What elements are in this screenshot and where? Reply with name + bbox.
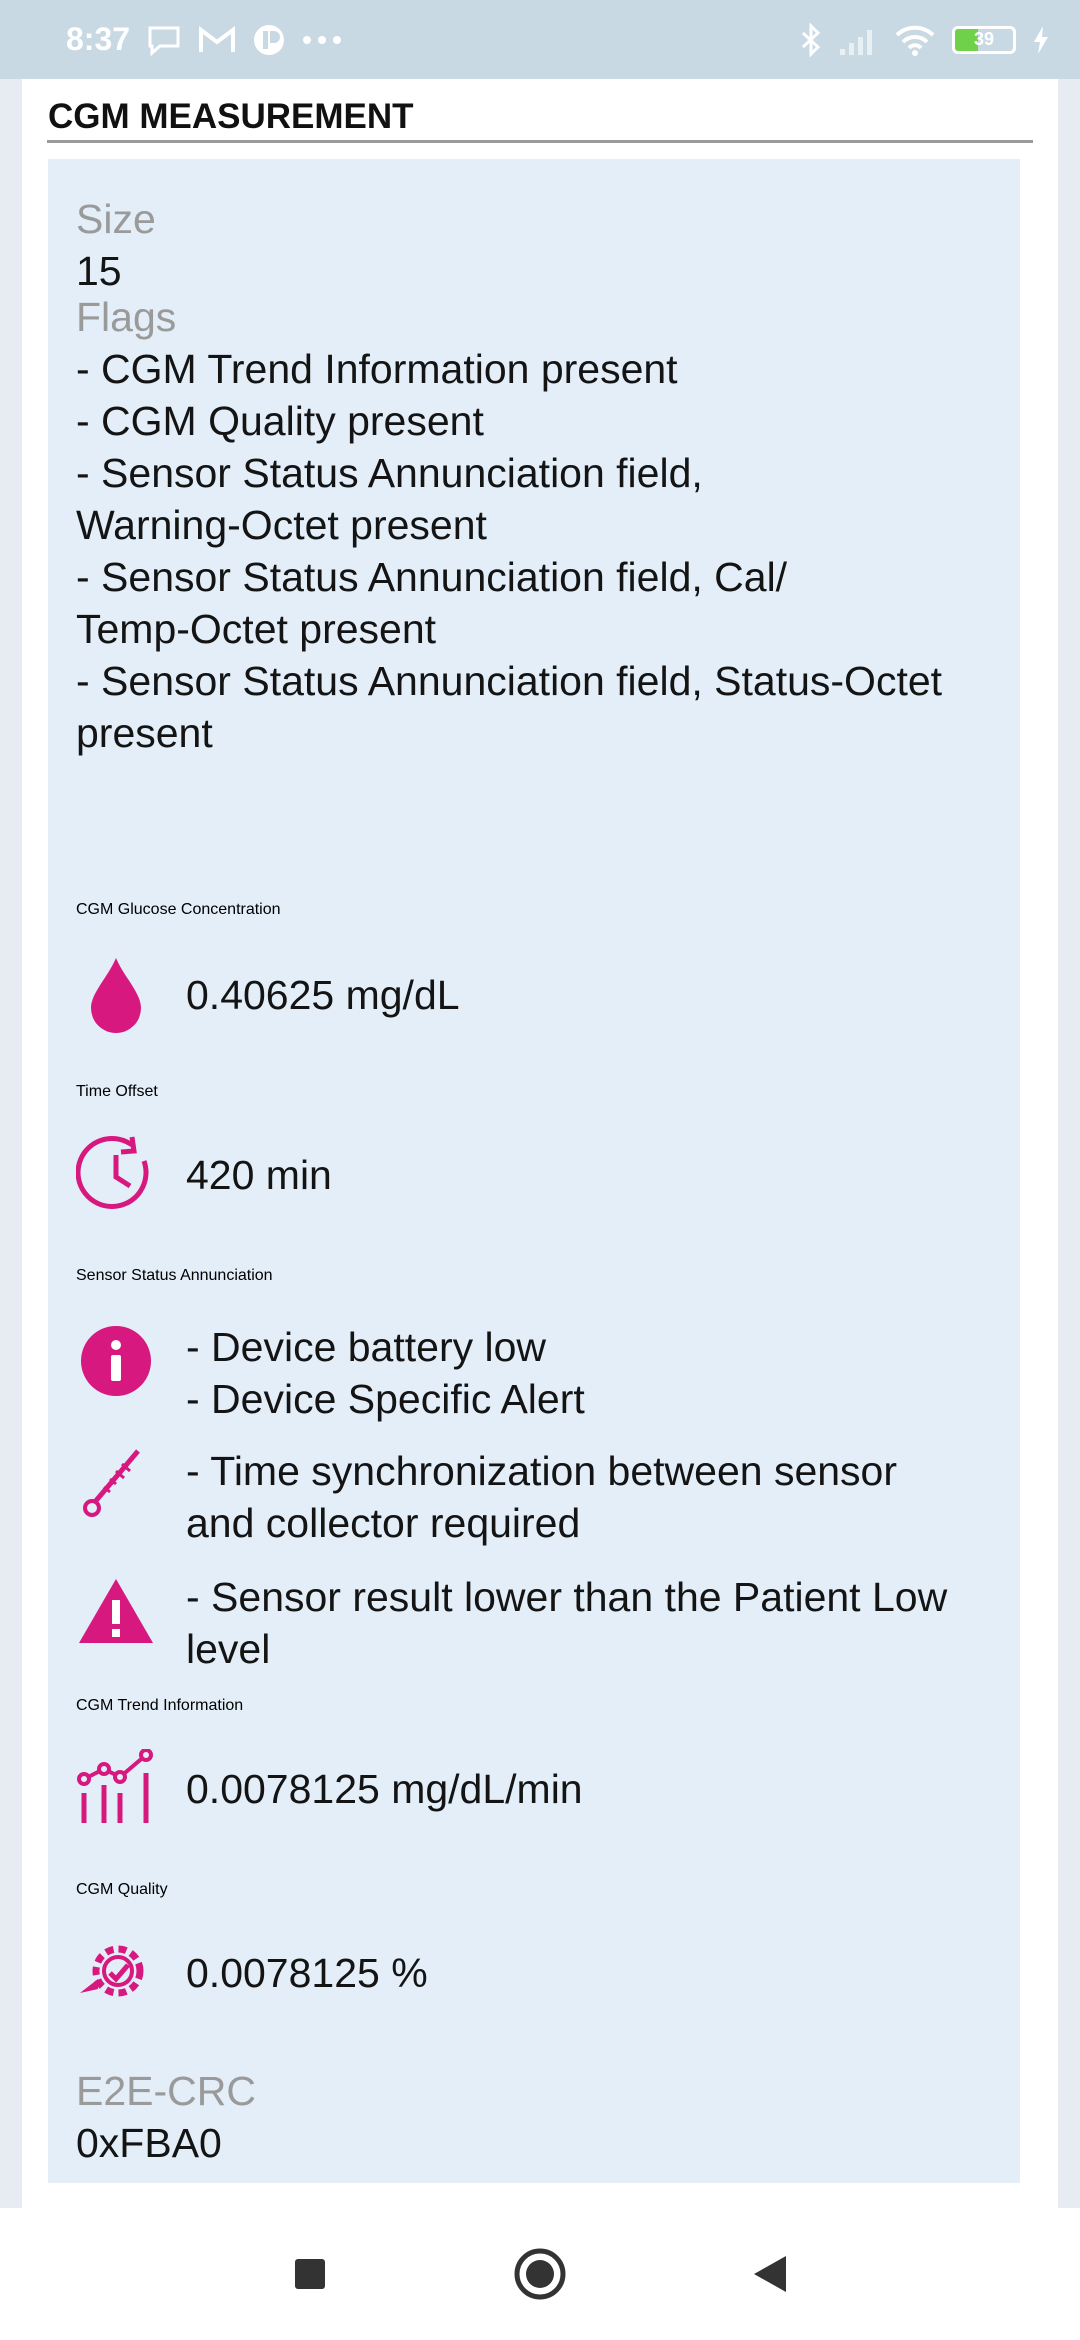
flag-item: - Sensor Status Annunciation field, Stat… <box>76 658 943 704</box>
measurement-panel: Size 15 Flags - CGM Trend Information pr… <box>48 159 1020 2183</box>
sensor-status-line: and collector required <box>186 1500 581 1546</box>
flag-item: Warning-Octet present <box>76 502 487 548</box>
trend-label: CGM Trend Information <box>76 1697 244 1714</box>
status-time: 8:37 <box>66 21 131 57</box>
more-dots-icon <box>302 35 342 45</box>
section-divider <box>47 140 1033 143</box>
info-icon <box>76 1321 156 1401</box>
thermometer-icon <box>76 1445 156 1525</box>
sensor-status-line: - Device battery low <box>186 1324 547 1370</box>
status-bar-right: 39 <box>800 22 1050 57</box>
quality-gear-icon <box>76 1933 156 2013</box>
quality-value: 0.0078125 % <box>186 1950 428 1996</box>
size-field: Size 15 <box>76 193 1006 297</box>
section-title: CGM MEASUREMENT <box>48 97 414 136</box>
status-bar-left: 8:37 <box>66 21 342 58</box>
bluetooth-icon <box>800 22 822 57</box>
sensor-status-line: - Device Specific Alert <box>186 1376 585 1422</box>
crc-value: 0xFBA0 <box>76 2120 222 2166</box>
time-offset-row: 420 min <box>76 1135 1006 1215</box>
measurement-card: CGM MEASUREMENT Size 15 Flags - CGM Tren… <box>22 79 1058 2208</box>
flag-item: - CGM Quality present <box>76 398 484 444</box>
sensor-status-group: - Time synchronization between sensor an… <box>76 1445 1006 1549</box>
sensor-status-line: level <box>186 1626 271 1672</box>
home-circle-icon <box>514 2248 566 2300</box>
sensor-status-line: - Sensor result lower than the Patient L… <box>186 1574 948 1620</box>
quality-row: 0.0078125 % <box>76 1933 1006 2013</box>
wifi-icon <box>894 24 936 56</box>
glucose-label: CGM Glucose Concentration <box>76 901 281 918</box>
battery-icon: 39 <box>952 25 1016 54</box>
warning-icon <box>76 1571 156 1651</box>
trend-row: 0.0078125 mg/dL/min <box>76 1749 1006 1829</box>
quality-label: CGM Quality <box>76 1881 168 1898</box>
sensor-status-lines: - Device battery low - Device Specific A… <box>186 1321 585 1425</box>
back-button[interactable] <box>735 2239 805 2309</box>
back-triangle-icon <box>754 2256 786 2292</box>
battery-level: 39 <box>973 29 995 49</box>
home-button[interactable] <box>505 2239 575 2309</box>
flag-item: - CGM Trend Information present <box>76 346 678 392</box>
clock-icon <box>76 1135 156 1215</box>
chat-bubble-icon <box>146 24 182 56</box>
status-bar: 8:37 39 <box>0 0 1080 79</box>
gmail-icon <box>198 25 236 55</box>
sensor-status-line: - Time synchronization between sensor <box>186 1448 898 1494</box>
trend-chart-icon <box>76 1749 156 1829</box>
size-label: Size <box>76 196 156 242</box>
sensor-status-lines: - Sensor result lower than the Patient L… <box>186 1571 947 1675</box>
sensor-status-label: Sensor Status Annunciation <box>76 1267 273 1284</box>
sensor-status-group: - Sensor result lower than the Patient L… <box>76 1571 1006 1675</box>
glucose-row: 0.40625 mg/dL <box>76 955 1006 1035</box>
flag-item: Temp-Octet present <box>76 606 437 652</box>
droplet-icon <box>76 955 156 1035</box>
sensor-status-group: - Device battery low - Device Specific A… <box>76 1321 1006 1425</box>
crc-label: E2E-CRC <box>76 2068 256 2114</box>
square-icon <box>295 2259 325 2289</box>
flag-item: - Sensor Status Annunciation field, <box>76 450 703 496</box>
charging-icon <box>1032 25 1050 55</box>
content-area[interactable]: CGM MEASUREMENT Size 15 Flags - CGM Tren… <box>0 79 1080 2208</box>
glucose-value: 0.40625 mg/dL <box>186 972 460 1018</box>
flags-field: Flags - CGM Trend Information present - … <box>76 291 1006 759</box>
size-value: 15 <box>76 248 122 294</box>
sensor-status-lines: - Time synchronization between sensor an… <box>186 1445 897 1549</box>
time-offset-value: 420 min <box>186 1152 332 1198</box>
trend-value: 0.0078125 mg/dL/min <box>186 1766 583 1812</box>
signal-icon <box>838 25 878 55</box>
flag-item: - Sensor Status Annunciation field, Cal/ <box>76 554 788 600</box>
navigation-bar <box>0 2208 1080 2340</box>
flag-item: present <box>76 710 213 756</box>
crc-field: E2E-CRC 0xFBA0 <box>76 2065 1006 2169</box>
time-offset-label: Time Offset <box>76 1083 158 1100</box>
recents-button[interactable] <box>275 2239 345 2309</box>
flags-label: Flags <box>76 294 177 340</box>
app-icon <box>252 23 286 57</box>
